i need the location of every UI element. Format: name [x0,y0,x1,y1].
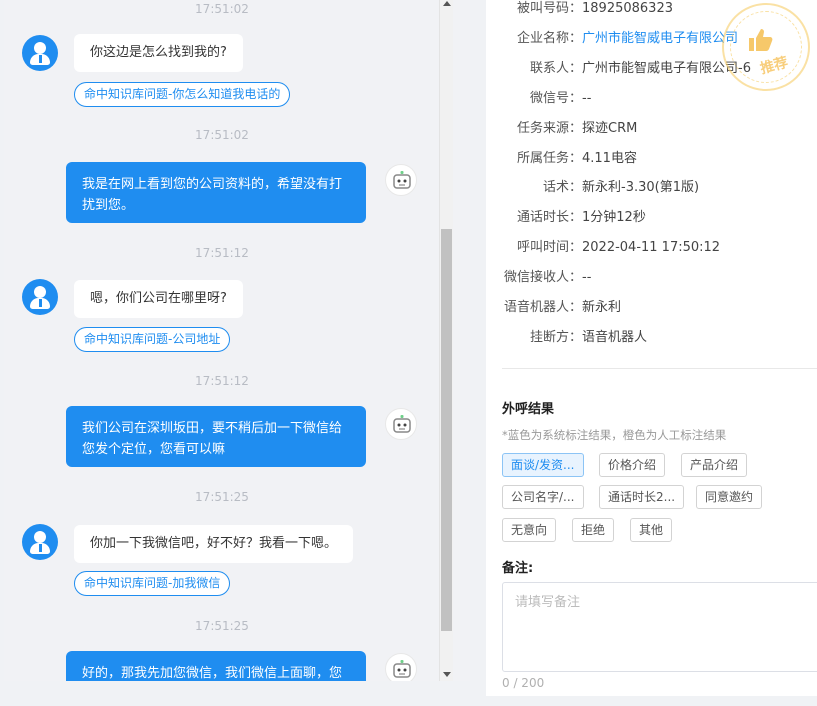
info-row-company-name: 企业名称：广州市能智威电子有限公司 [516,31,739,46]
remark-label: 备注: [502,561,534,576]
robot-icon [393,171,411,189]
info-row-call-time: 呼叫时间：2022-04-11 17:50:12 [516,240,721,255]
remark-textarea[interactable] [502,582,817,672]
message-timestamp: 17:51:25 [195,490,249,504]
info-row-task-source: 任务来源：探迹CRM [516,121,638,136]
robot-avatar [385,653,417,681]
knowledge-base-hit-tag[interactable]: 命中知识库问题-加我微信 [74,571,231,596]
customer-message: 你这边是怎么找到我的? [74,34,243,72]
customer-avatar [22,35,58,71]
robot-icon [393,415,411,433]
info-row-wechat-receiver: 微信接收人：-- [503,270,592,285]
message-timestamp: 17:51:25 [195,619,249,633]
bot-message-line: 您发个定位，您看可以嘛 [82,442,226,457]
info-row-script: 话术：新永利-3.30(第1版) [542,180,700,195]
message-timestamp: 17:51:02 [195,2,249,16]
bot-message: 我是在网上看到您的公司资料的，希望没有打 扰到您。 [66,162,366,223]
scrollbar-thumb[interactable] [441,229,452,631]
call-detail-panel: 被叫号码：18925086323 企业名称：广州市能智威电子有限公司 联系人：广… [486,0,817,696]
info-row-voice-robot: 语音机器人：新永利 [503,300,622,315]
info-row-hangup-party: 挂断方：语音机器人 [529,330,648,345]
message-timestamp: 17:51:12 [195,374,249,388]
result-tag-no-intent[interactable]: 无意向 [502,518,557,542]
result-tag-other[interactable]: 其他 [630,518,673,542]
info-row-wechat-id: 微信号：-- [529,91,592,106]
bot-message-line: 扰到您。 [82,198,135,213]
robot-avatar [385,164,417,196]
thumbs-up-icon [749,29,773,51]
customer-message: 嗯，你们公司在哪里呀? [74,280,243,318]
call-result-heading: 外呼结果 [502,402,555,417]
result-tag-product-intro[interactable]: 产品介绍 [681,453,748,477]
result-tag-agree-invite[interactable]: 同意邀约 [696,485,763,509]
result-tag-price-intro[interactable]: 价格介绍 [599,453,666,477]
info-row-task: 所属任务：4.11电容 [516,151,637,166]
call-result-legend-note: *蓝色为系统标注结果，橙色为人工标注结果 [502,428,727,442]
result-tag-meeting[interactable]: 面谈/发资... [502,453,584,477]
bot-message-line: 好的，那我先加您微信，我们微信上面聊，您 [82,666,343,681]
customer-message: 你加一下我微信吧，好不好？我看一下嗯。 [74,525,354,563]
knowledge-base-hit-tag[interactable]: 命中知识库问题-公司地址 [74,327,231,352]
scroll-up-arrow-icon[interactable] [443,1,451,6]
result-tag-company-name[interactable]: 公司名字/... [502,485,584,509]
info-row-called-number: 被叫号码：18925086323 [516,1,673,16]
info-row-contact: 联系人：广州市能智威电子有限公司-6 [529,61,751,76]
company-name-link[interactable]: 广州市能智威电子有限公司 [582,31,738,46]
bot-message: 好的，那我先加您微信，我们微信上面聊，您 [66,651,366,681]
scroll-down-arrow-icon[interactable] [443,672,451,677]
robot-icon [393,660,411,678]
info-row-call-duration: 通话时长：1分钟12秒 [516,210,646,225]
result-tag-reject[interactable]: 拒绝 [572,518,615,542]
customer-avatar [22,524,58,560]
robot-avatar [385,408,417,440]
chat-scrollbar[interactable] [439,0,453,681]
message-timestamp: 17:51:12 [195,246,249,260]
knowledge-base-hit-tag[interactable]: 命中知识库问题-你怎么知道我电话的 [74,82,291,107]
recommend-stamp: 推荐 [722,3,810,91]
section-divider [502,368,817,369]
message-timestamp: 17:51:02 [195,128,249,142]
bot-message-line: 我们公司在深圳坂田，要不稍后加一下微信给 [82,421,343,436]
remark-char-count: 0 / 200 [502,676,545,690]
customer-avatar [22,279,58,315]
panel-gutter [470,0,486,706]
bot-message: 我们公司在深圳坂田，要不稍后加一下微信给 您发个定位，您看可以嘛 [66,406,366,467]
result-tag-call-duration[interactable]: 通话时长2... [599,485,685,509]
chat-transcript-panel[interactable]: 17:51:02 你这边是怎么找到我的? 命中知识库问题-你怎么知道我电话的 1… [4,0,470,681]
bot-message-line: 我是在网上看到您的公司资料的，希望没有打 [82,177,343,192]
